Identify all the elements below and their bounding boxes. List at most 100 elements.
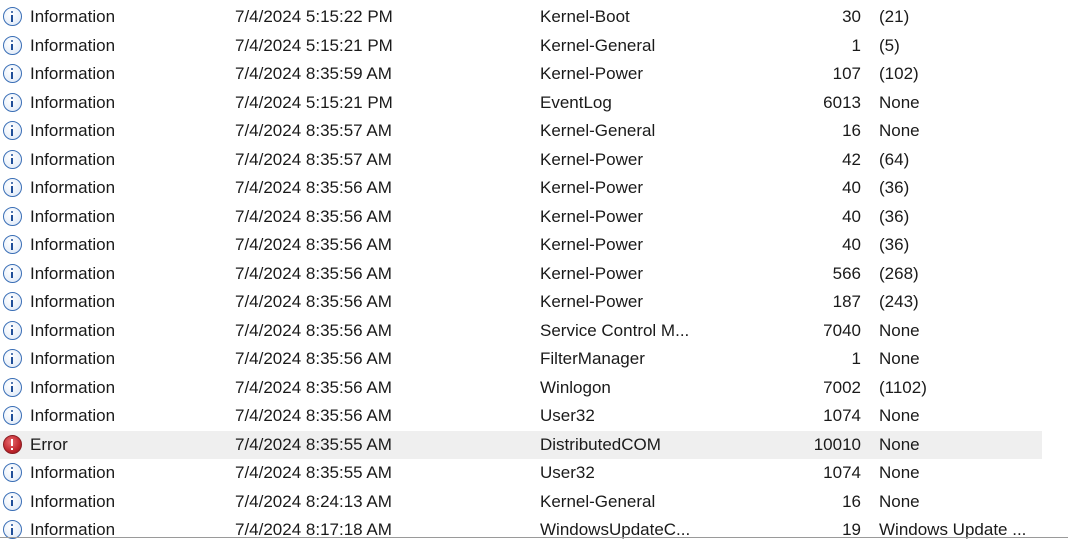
date-time-cell: 7/4/2024 8:35:56 AM: [235, 320, 392, 340]
info-icon: [3, 7, 22, 26]
date-time-cell: 7/4/2024 8:35:56 AM: [235, 406, 392, 425]
source-cell: WindowsUpdateC...: [540, 520, 691, 539]
date-time-cell: 7/4/2024 8:24:13 AM: [235, 491, 392, 511]
date-time-cell: 7/4/2024 8:35:56 AM: [235, 206, 392, 226]
source-cell: Kernel-Power: [540, 292, 643, 311]
event-row[interactable]: Information 7/4/2024 8:17:18 AM WindowsUpd…: [0, 516, 1042, 545]
error-icon: [3, 434, 22, 454]
task-category-cell: (64): [879, 149, 910, 169]
info-icon: [3, 121, 22, 140]
level-cell: Information: [3, 89, 223, 118]
level-cell: Information: [3, 459, 223, 488]
date-time-cell: 7/4/2024 8:35:57 AM: [235, 149, 392, 169]
list-bottom-border: [0, 537, 1068, 538]
event-row[interactable]: Information 7/4/2024 8:35:56 AM FilterMana…: [0, 345, 1042, 374]
source-cell: Kernel-Power: [540, 206, 643, 226]
task-category-cell: None: [879, 92, 920, 112]
event-row[interactable]: Information 7/4/2024 8:35:55 AM User32 1074…: [0, 459, 1042, 488]
level-label: Information: [30, 491, 116, 511]
level-cell: Information: [3, 60, 223, 89]
event-row[interactable]: Information 7/4/2024 8:35:56 AM User32 1074…: [0, 402, 1042, 431]
event-list[interactable]: Information 7/4/2024 5:15:22 PM Kernel-Boo…: [0, 3, 1068, 545]
event-row[interactable]: Information 7/4/2024 8:35:57 AM Kernel-Gen…: [0, 117, 1042, 146]
level-label: Information: [30, 178, 116, 197]
level-cell: Information: [3, 260, 223, 289]
info-icon: [3, 292, 22, 311]
level-label: Information: [30, 463, 116, 482]
source-cell: Kernel-Power: [540, 263, 643, 283]
event-row[interactable]: Information 7/4/2024 8:35:56 AM Kernel-Pow…: [0, 260, 1042, 289]
source-cell: Kernel-General: [540, 121, 656, 140]
task-category-cell: (1102): [879, 377, 927, 397]
info-icon: [3, 178, 22, 197]
event-row[interactable]: Error 7/4/2024 8:35:55 AM DistributedCOM 10…: [0, 430, 1042, 459]
source-cell: User32: [540, 463, 595, 482]
source-cell: Service Control M...: [540, 320, 690, 340]
task-category-cell: Windows Update ...: [879, 520, 1027, 539]
info-icon: [3, 64, 22, 83]
level-cell: Information: [3, 345, 223, 374]
event-row[interactable]: Information 7/4/2024 5:15:22 PM Kernel-Boo…: [0, 3, 1042, 32]
task-category-cell: None: [879, 491, 920, 511]
task-category-cell: None: [879, 434, 920, 454]
event-id-cell: 1074: [823, 463, 861, 482]
level-label: Information: [30, 235, 116, 254]
event-id-cell: 30: [842, 7, 861, 26]
info-icon: [3, 206, 22, 226]
event-id-cell: 187: [832, 292, 861, 311]
event-row[interactable]: Information 7/4/2024 8:35:56 AM Kernel-Pow…: [0, 231, 1042, 260]
task-category-cell: None: [879, 406, 920, 425]
event-id-cell: 107: [832, 64, 861, 83]
task-category-cell: (5): [879, 35, 900, 55]
event-id-cell: 1074: [823, 406, 861, 425]
date-time-cell: 7/4/2024 8:35:56 AM: [235, 235, 392, 254]
event-id-cell: 566: [832, 263, 861, 283]
task-category-cell: None: [879, 320, 920, 340]
event-row[interactable]: Information 7/4/2024 8:35:56 AM Kernel-Pow…: [0, 288, 1042, 317]
event-id-cell: 7002: [823, 377, 861, 397]
task-category-cell: (102): [879, 64, 919, 83]
task-category-cell: (268): [879, 263, 919, 283]
info-icon: [3, 149, 22, 169]
task-category-cell: None: [879, 463, 920, 482]
level-cell: Information: [3, 117, 223, 146]
level-label: Information: [30, 7, 116, 26]
event-id-cell: 16: [842, 491, 861, 511]
level-label: Error: [30, 434, 68, 454]
event-row[interactable]: Information 7/4/2024 8:24:13 AM Kernel-Gen…: [0, 488, 1042, 517]
info-icon: [3, 35, 22, 55]
event-row[interactable]: Information 7/4/2024 8:35:56 AM Winlogon 70…: [0, 374, 1042, 403]
date-time-cell: 7/4/2024 8:35:56 AM: [235, 263, 392, 283]
event-id-cell: 1: [851, 35, 861, 55]
level-cell: Information: [3, 374, 223, 403]
event-row[interactable]: Information 7/4/2024 5:15:21 PM EventLog 60…: [0, 89, 1042, 118]
source-cell: Winlogon: [540, 377, 611, 397]
task-category-cell: None: [879, 121, 920, 140]
date-time-cell: 7/4/2024 8:35:56 AM: [235, 178, 392, 197]
source-cell: Kernel-Power: [540, 149, 643, 169]
date-time-cell: 7/4/2024 8:35:55 AM: [235, 434, 392, 454]
event-id-cell: 40: [842, 206, 861, 226]
event-row[interactable]: Information 7/4/2024 5:15:21 PM Kernel-Gen…: [0, 32, 1042, 61]
level-cell: Information: [3, 402, 223, 431]
date-time-cell: 7/4/2024 8:35:55 AM: [235, 463, 392, 482]
source-cell: FilterManager: [540, 349, 645, 368]
task-category-cell: (36): [879, 235, 910, 254]
source-cell: Kernel-Power: [540, 235, 643, 254]
level-cell: Information: [3, 231, 223, 260]
source-cell: Kernel-Power: [540, 178, 643, 197]
info-icon: [3, 92, 22, 112]
source-cell: User32: [540, 406, 595, 425]
event-row[interactable]: Information 7/4/2024 8:35:59 AM Kernel-Pow…: [0, 60, 1042, 89]
event-row[interactable]: Information 7/4/2024 8:35:57 AM Kernel-Pow…: [0, 146, 1042, 175]
date-time-cell: 7/4/2024 8:35:56 AM: [235, 292, 392, 311]
level-label: Information: [30, 520, 116, 539]
level-label: Information: [30, 320, 116, 340]
date-time-cell: 7/4/2024 8:35:57 AM: [235, 121, 392, 140]
event-row[interactable]: Information 7/4/2024 8:35:56 AM Kernel-Pow…: [0, 174, 1042, 203]
date-time-cell: 7/4/2024 5:15:21 PM: [235, 35, 393, 55]
source-cell: EventLog: [540, 92, 612, 112]
info-icon: [3, 491, 22, 511]
event-row[interactable]: Information 7/4/2024 8:35:56 AM Kernel-Pow…: [0, 203, 1042, 232]
event-row[interactable]: Information 7/4/2024 8:35:56 AM Service Co…: [0, 317, 1042, 346]
